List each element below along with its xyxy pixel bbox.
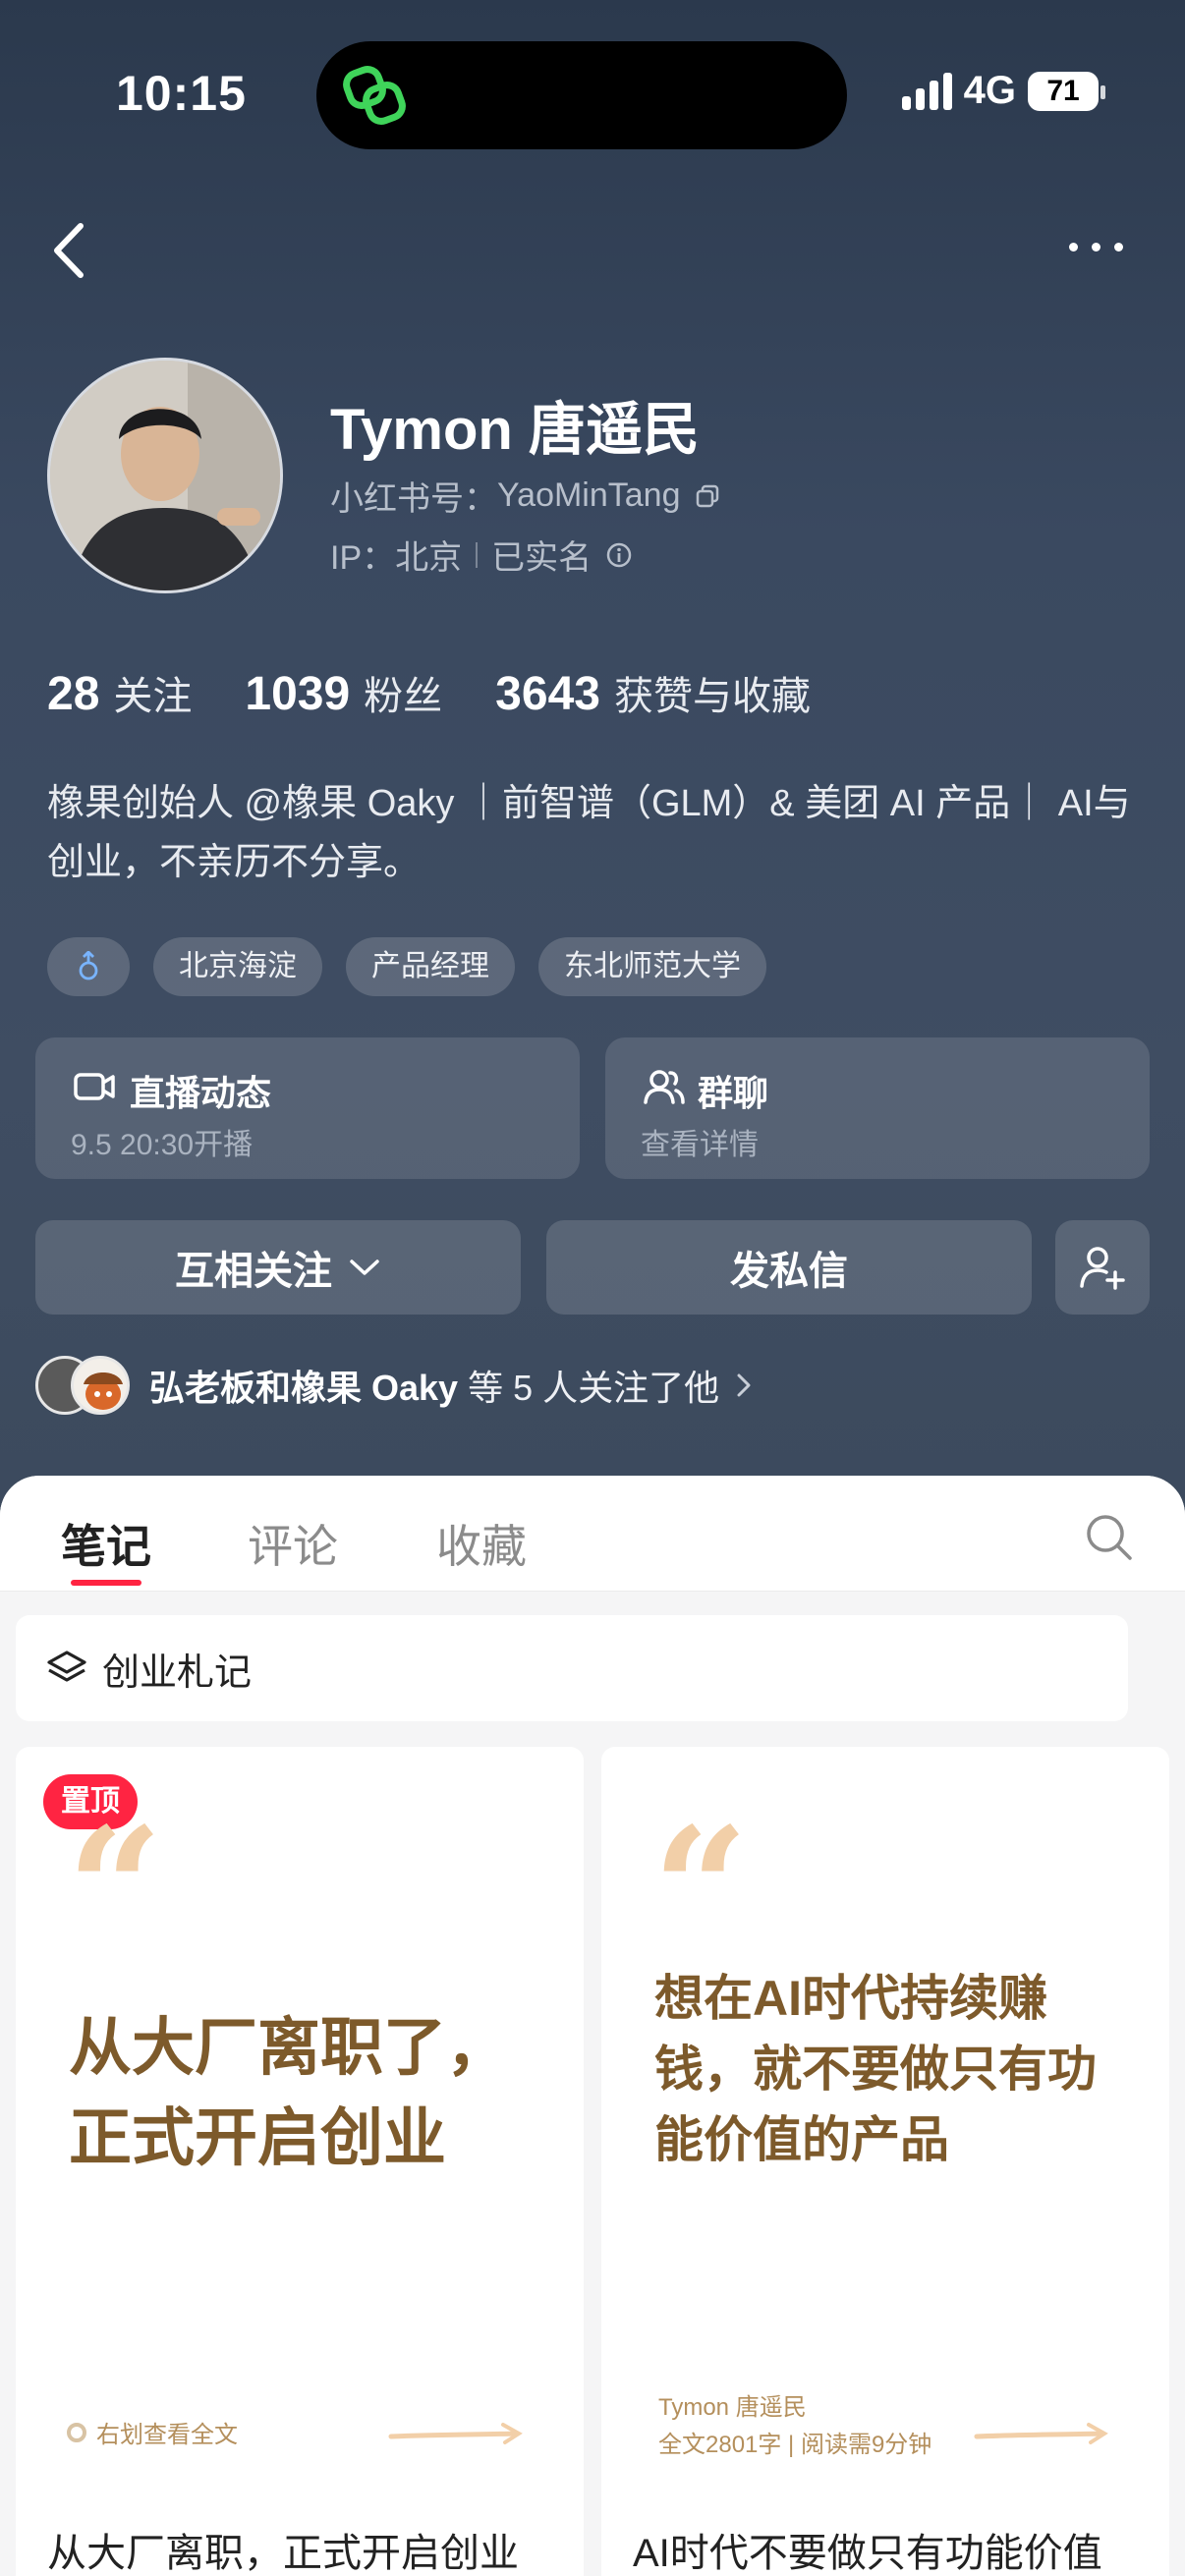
group-icon: [644, 1070, 685, 1104]
group-chat-card[interactable]: 群聊 查看详情: [605, 1037, 1150, 1179]
tab-notes[interactable]: 笔记: [61, 1511, 151, 1576]
status-time: 10:15: [116, 66, 247, 121]
male-icon: [79, 951, 98, 980]
stat-label: 粉丝: [364, 675, 443, 718]
ip-label: IP：: [330, 539, 396, 577]
mutual-names: 弘老板和橡果 Oaky: [149, 1368, 459, 1408]
mutual-text: 弘老板和橡果 Oaky 等 5 人关注了他: [149, 1360, 719, 1411]
back-icon[interactable]: [43, 216, 102, 285]
profile-id-label: 小红书号：: [330, 480, 497, 518]
chevron-down-icon: [350, 1260, 379, 1275]
tag-occupation: 产品经理: [346, 937, 515, 996]
signal-icon: [901, 72, 952, 110]
mutual-followers-row[interactable]: 弘老板和橡果 Oaky 等 5 人关注了他: [35, 1354, 753, 1417]
divider: [476, 541, 479, 568]
tab-collections[interactable]: 收藏: [436, 1511, 527, 1576]
collection-entry[interactable]: 创业札记: [16, 1615, 1128, 1721]
content-sheet: 笔记 评论 收藏 创业札记 置顶 “ 从大厂离职了，正式开启创业 右划查看全文 …: [0, 1476, 1185, 2576]
stat-label: 获赞与收藏: [613, 675, 811, 718]
dynamic-island: [316, 41, 847, 149]
copy-icon[interactable]: [695, 483, 720, 509]
stat-number: 28: [47, 668, 100, 720]
note-cover-text: 想在AI时代持续赚钱，就不要做只有功能价值的产品: [654, 1971, 1097, 2167]
live-card-subtitle: 9.5 20:30开播: [71, 1129, 254, 1161]
stat-following[interactable]: 28 关注: [47, 664, 192, 721]
live-card-title: 直播动态: [130, 1073, 272, 1113]
quote-icon: “: [652, 1791, 749, 1988]
stat-number: 3643: [495, 668, 600, 720]
note-cover-meta: 全文2801字 | 阅读需9分钟: [658, 2432, 932, 2458]
tag-location: 北京海淀: [153, 937, 322, 996]
gender-tag: [47, 937, 130, 996]
tag-school: 东北师范大学: [538, 937, 766, 996]
note-title: 从大厂离职，正式开启创业: [47, 2532, 519, 2575]
swipe-hint: 右划查看全文: [67, 2415, 238, 2449]
profile-id-row: 小红书号： YaoMinTang: [330, 472, 720, 520]
circle-icon: [67, 2422, 86, 2442]
note-cover-text: 从大厂离职了，正式开启创业: [69, 2012, 509, 2173]
quote-icon: “: [67, 1791, 163, 1988]
arrow-decoration-icon: [388, 2423, 523, 2444]
profile-id-value: YaoMinTang: [497, 476, 681, 514]
tab-comments[interactable]: 评论: [248, 1511, 338, 1576]
profile-stats: 28 关注 1039 粉丝 3643 获赞与收藏: [47, 664, 811, 721]
stat-followers[interactable]: 1039 粉丝: [245, 664, 442, 721]
more-icon[interactable]: [1069, 232, 1138, 261]
profile-bio: 橡果创始人 @橡果 Oaky ｜前智谱（GLM）& 美团 AI 产品｜ AI与创…: [47, 783, 1131, 883]
profile-tags: 北京海淀 产品经理 东北师范大学: [47, 937, 766, 996]
live-card[interactable]: 直播动态 9.5 20:30开播: [35, 1037, 580, 1179]
network-type: 4G: [963, 69, 1016, 112]
note-title: AI时代不要做只有功能价值: [633, 2532, 1102, 2575]
follow-label: 互相关注: [175, 1250, 332, 1293]
note-card[interactable]: “ 想在AI时代持续赚钱，就不要做只有功能价值的产品 Tymon 唐遥民 全文2…: [601, 1747, 1169, 2576]
profile-ip-row: IP： 北京 已实名: [330, 531, 633, 579]
stat-number: 1039: [245, 668, 351, 720]
arrow-decoration-icon: [974, 2423, 1108, 2444]
mutual-suffix: 等 5 人关注了他: [468, 1368, 720, 1408]
status-indicators: 4G 71: [901, 69, 1105, 113]
verified-label: 已实名: [491, 539, 592, 577]
link-icon: [343, 66, 406, 125]
layers-icon: [47, 1651, 86, 1682]
avatar: [71, 1356, 130, 1415]
add-friend-button[interactable]: [1055, 1220, 1150, 1315]
active-tab-indicator: [71, 1580, 141, 1586]
profile-name: Tymon 唐遥民: [330, 398, 700, 462]
video-icon: [74, 1073, 115, 1100]
battery-icon: 71: [1028, 71, 1105, 111]
search-icon[interactable]: [1085, 1513, 1134, 1562]
swipe-hint-text: 右划查看全文: [96, 2422, 238, 2448]
group-card-subtitle: 查看详情: [641, 1129, 759, 1161]
chevron-right-icon: [737, 1373, 751, 1397]
note-cover-author: Tymon 唐遥民: [658, 2394, 807, 2421]
mutual-avatars: [35, 1354, 134, 1417]
stat-label: 关注: [113, 675, 193, 718]
note-card[interactable]: 置顶 “ 从大厂离职了，正式开启创业 右划查看全文 从大厂离职，正式开启创业: [16, 1747, 584, 2576]
stat-likes-collects[interactable]: 3643 获赞与收藏: [495, 664, 811, 721]
group-card-title: 群聊: [698, 1073, 769, 1113]
add-user-icon: [1080, 1247, 1125, 1290]
collection-label: 创业札记: [102, 1652, 253, 1694]
mutual-follow-button[interactable]: 互相关注: [35, 1220, 521, 1315]
ip-value: 北京: [395, 539, 463, 577]
content-tabs: 笔记 评论 收藏: [0, 1476, 1185, 1592]
info-icon[interactable]: [605, 541, 633, 569]
avatar[interactable]: [47, 358, 283, 593]
message-button[interactable]: 发私信: [546, 1220, 1032, 1315]
